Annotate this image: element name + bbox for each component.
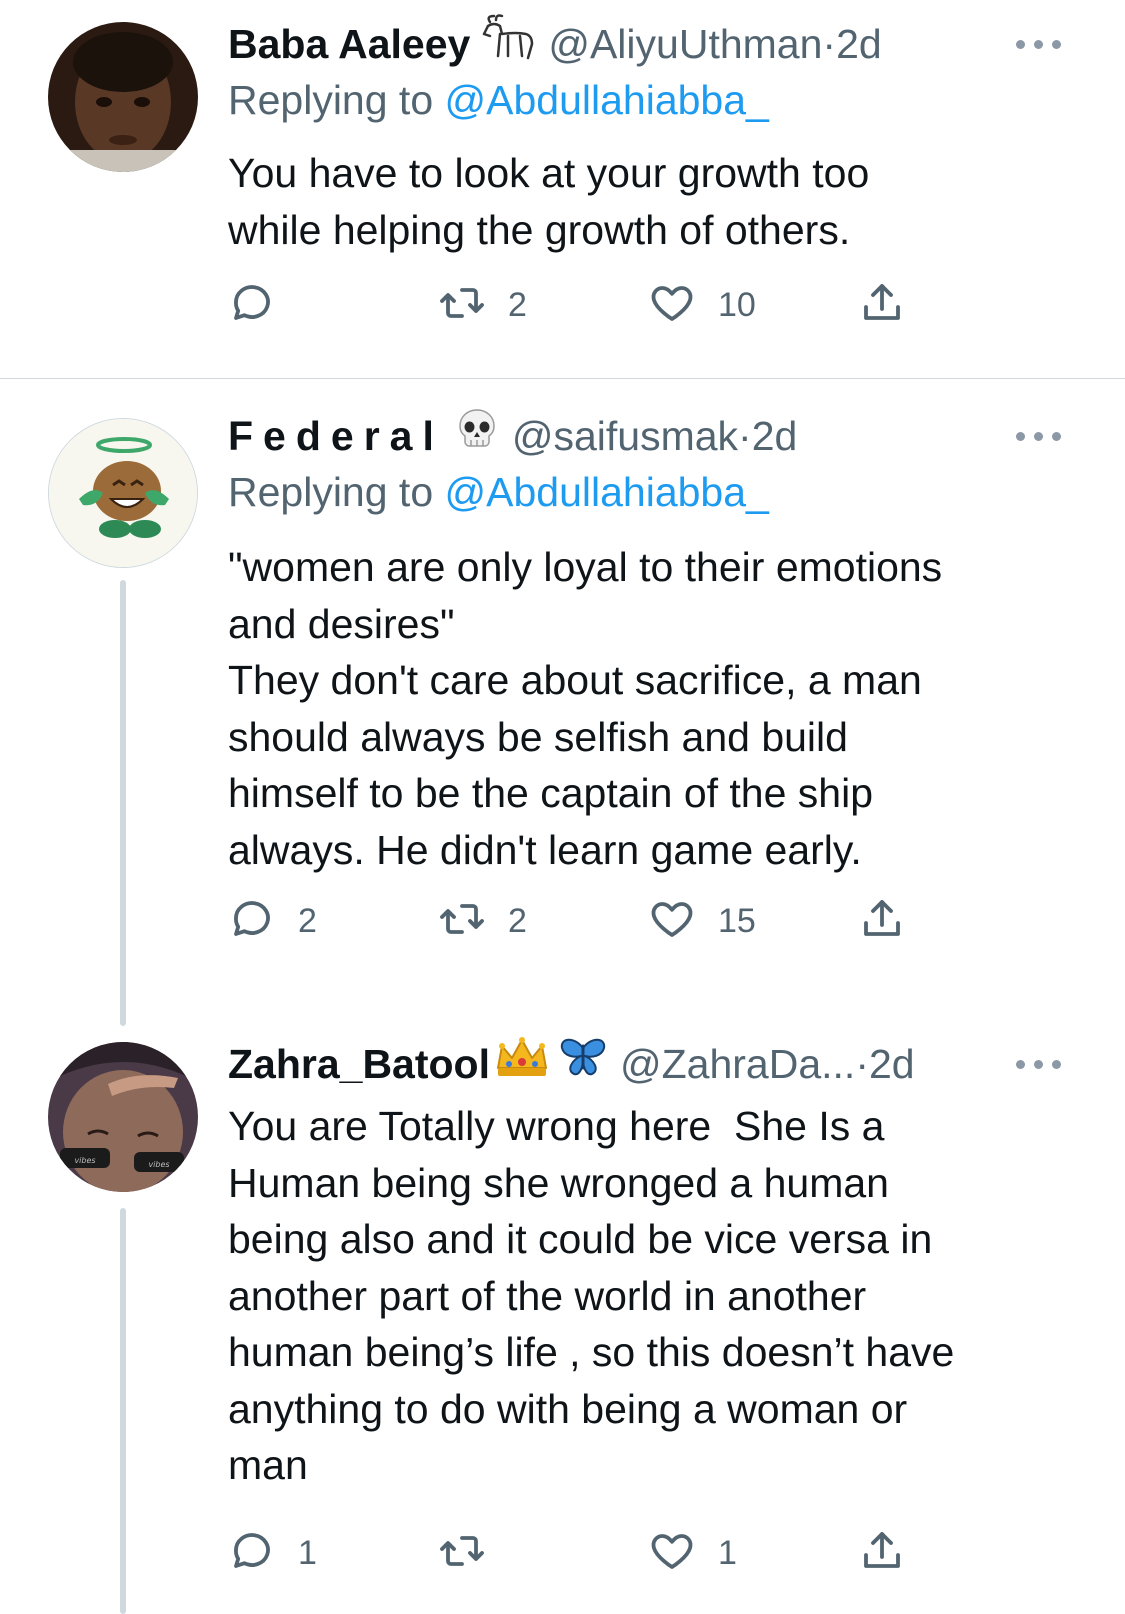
reply-button[interactable] bbox=[228, 280, 298, 330]
tweet-divider bbox=[0, 378, 1125, 379]
thread-line bbox=[120, 580, 126, 1026]
tweet-actions: 2 2 15 bbox=[228, 896, 928, 946]
replying-to-label: Replying to bbox=[228, 469, 445, 515]
avatar[interactable] bbox=[48, 418, 198, 568]
heart-icon bbox=[648, 1527, 696, 1580]
retweet-count: 2 bbox=[508, 902, 527, 940]
reply-mention-link[interactable]: @Abdullahiabba_ bbox=[445, 77, 769, 123]
more-options-icon[interactable] bbox=[1016, 1054, 1064, 1074]
replying-to-label: Replying to bbox=[228, 77, 445, 123]
heart-icon bbox=[648, 895, 696, 948]
retweet-button[interactable]: 2 bbox=[438, 280, 527, 330]
user-handle[interactable]: @AliyuUthman bbox=[548, 21, 822, 67]
reply-count: 2 bbox=[298, 902, 317, 940]
retweet-icon bbox=[438, 279, 486, 332]
reply-icon bbox=[228, 279, 276, 332]
avatar[interactable] bbox=[48, 22, 198, 172]
display-name[interactable]: Baba Aaleey bbox=[228, 21, 470, 67]
svg-text:vibes: vibes bbox=[74, 1156, 95, 1165]
share-button[interactable] bbox=[858, 896, 906, 946]
retweet-button[interactable]: 2 bbox=[438, 896, 527, 946]
thread-line bbox=[120, 1208, 126, 1614]
like-count: 1 bbox=[718, 1534, 737, 1572]
share-icon bbox=[858, 1527, 906, 1580]
heart-icon bbox=[648, 279, 696, 332]
separator-dot: · bbox=[822, 21, 837, 67]
tweet-actions: 2 10 bbox=[228, 280, 928, 330]
timestamp[interactable]: 2d bbox=[836, 21, 882, 67]
replying-to: Replying to @Abdullahiabba_ bbox=[228, 466, 769, 518]
display-name[interactable]: Federal bbox=[228, 413, 444, 459]
separator-dot: · bbox=[855, 1041, 869, 1087]
user-handle[interactable]: @ZahraDa... bbox=[620, 1041, 855, 1087]
tweet-text: "women are only loyal to their emotions … bbox=[228, 544, 943, 873]
reply-button[interactable]: 1 bbox=[228, 1528, 317, 1578]
user-handle[interactable]: @saifusmak bbox=[512, 413, 738, 459]
timestamp[interactable]: 2d bbox=[869, 1041, 915, 1087]
reply-button[interactable]: 2 bbox=[228, 896, 317, 946]
svg-text:vibes: vibes bbox=[148, 1160, 169, 1169]
share-button[interactable] bbox=[858, 280, 906, 330]
retweet-icon bbox=[438, 895, 486, 948]
retweet-count: 2 bbox=[508, 286, 527, 324]
tweet-text: You are Totally wrong here She Is a Huma… bbox=[228, 1103, 955, 1488]
retweet-icon bbox=[438, 1527, 486, 1580]
like-button[interactable]: 15 bbox=[648, 896, 756, 946]
tweet-text: You have to look at your growth too whil… bbox=[228, 150, 870, 253]
reply-icon bbox=[228, 895, 276, 948]
share-button[interactable] bbox=[858, 1528, 906, 1578]
tweet-actions: 1 1 bbox=[228, 1528, 928, 1578]
separator-dot: · bbox=[738, 413, 752, 459]
share-icon bbox=[858, 895, 906, 948]
reply-count: 1 bbox=[298, 1534, 317, 1572]
reply-icon bbox=[228, 1527, 276, 1580]
more-options-icon[interactable] bbox=[1016, 34, 1064, 54]
share-icon bbox=[858, 279, 906, 332]
like-button[interactable]: 1 bbox=[648, 1528, 737, 1578]
avatar[interactable]: vibes vibes bbox=[48, 1042, 198, 1192]
like-count: 15 bbox=[718, 902, 756, 940]
crown-icon bbox=[494, 1034, 550, 1092]
reply-mention-link[interactable]: @Abdullahiabba_ bbox=[445, 469, 769, 515]
like-count: 10 bbox=[718, 286, 756, 324]
display-name[interactable]: Zahra_Batool bbox=[228, 1041, 490, 1087]
retweet-button[interactable] bbox=[438, 1528, 508, 1578]
butterfly-icon bbox=[558, 1034, 608, 1092]
timestamp[interactable]: 2d bbox=[752, 413, 798, 459]
skull-icon bbox=[454, 406, 500, 464]
goat-icon bbox=[480, 14, 536, 72]
like-button[interactable]: 10 bbox=[648, 280, 756, 330]
replying-to: Replying to @Abdullahiabba_ bbox=[228, 74, 769, 126]
more-options-icon[interactable] bbox=[1016, 426, 1064, 446]
